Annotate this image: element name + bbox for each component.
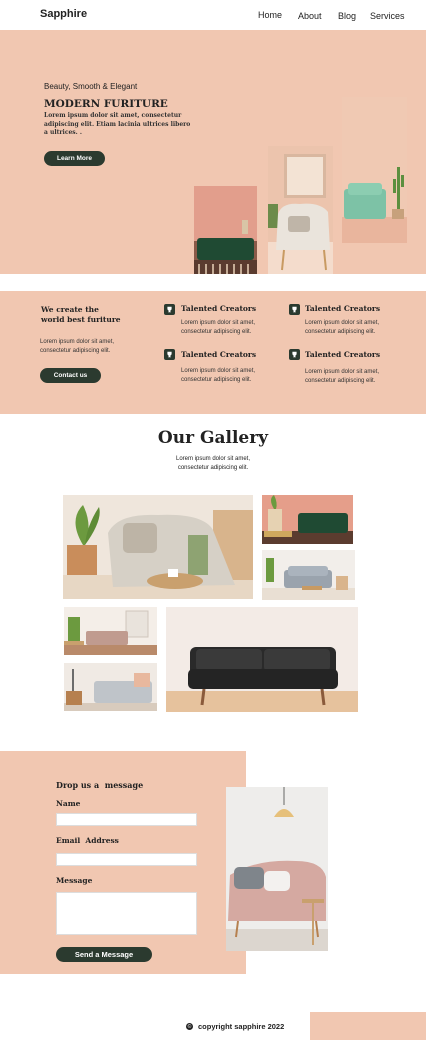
footer-accent <box>310 1012 426 1040</box>
message-label: Message <box>56 876 93 885</box>
feature-text-1b: consectetur adipiscing elit. <box>181 329 252 335</box>
email-label: Email Address <box>56 836 119 845</box>
send-message-button[interactable]: Send a Message <box>56 947 152 962</box>
gallery-title: Our Gallery <box>157 428 269 448</box>
name-field[interactable] <box>56 813 197 826</box>
features-text: Lorem ipsum dolor sit amet, consectetur … <box>40 339 115 354</box>
gallery-image-armchair <box>63 495 253 599</box>
hero-body: Lorem ipsum dolor sit amet, consectetur … <box>44 112 191 136</box>
gallery-image-living-room <box>64 607 157 655</box>
trophy-icon <box>289 349 300 360</box>
top-nav: Sapphire Home About Blog Services <box>0 0 426 30</box>
hero-tagline: Beauty, Smooth & Elegant <box>44 82 138 91</box>
copyright-icon: © <box>186 1023 193 1030</box>
gallery-text-1: Lorem ipsum dolor sit amet, <box>175 456 251 462</box>
feature-text-4b: consectetur adipiscing elit. <box>305 378 376 384</box>
features-section: We create the world best furiture Lorem … <box>0 291 426 414</box>
hero-title: MODERN FURITURE <box>44 98 168 110</box>
email-field[interactable] <box>56 853 197 866</box>
message-field[interactable] <box>56 892 197 935</box>
gallery-image-green-sofa <box>262 495 353 544</box>
hero-section: Beauty, Smooth & Elegant MODERN FURITURE… <box>0 30 426 274</box>
feature-text-3a: Lorem ipsum dolor sit amet, <box>181 368 256 374</box>
contact-heading: Drop us a message <box>56 780 144 790</box>
footer: © copyright sapphire 2022 <box>186 1022 284 1031</box>
contact-us-button[interactable]: Contact us <box>40 368 101 383</box>
trophy-icon <box>289 304 300 315</box>
feature-title-1: Talented Creators <box>181 304 257 313</box>
gallery-image-black-sofa <box>166 607 358 712</box>
nav-about[interactable]: About <box>298 11 322 21</box>
hero-image-armchair <box>268 146 333 274</box>
feature-title-3: Talented Creators <box>181 350 257 359</box>
nav-blog[interactable]: Blog <box>338 11 356 21</box>
gallery-text-2: consectetur adipiscing elit. <box>177 465 249 471</box>
trophy-icon <box>164 304 175 315</box>
feature-title-2: Talented Creators <box>305 304 381 313</box>
hero-image-green-sofa <box>194 186 257 274</box>
trophy-icon <box>164 349 175 360</box>
copyright-text: copyright sapphire 2022 <box>198 1022 285 1031</box>
contact-image-lounge <box>226 787 328 951</box>
features-heading-2: world best furiture <box>41 315 121 324</box>
gallery-image-sofa-corner <box>64 663 157 711</box>
brand-logo[interactable]: Sapphire <box>40 8 87 20</box>
nav-home[interactable]: Home <box>258 10 282 20</box>
features-heading-1: We create the <box>41 305 99 314</box>
feature-text-2a: Lorem ipsum dolor sit amet, <box>305 320 380 326</box>
hero-image-mint-sofa <box>342 97 407 243</box>
feature-text-3b: consectetur adipiscing elit. <box>181 377 252 383</box>
gallery-image-grey-sofa <box>262 550 355 600</box>
nav-services[interactable]: Services <box>370 11 405 21</box>
contact-section: Drop us a message Name Email Address Mes… <box>0 751 246 974</box>
feature-text-2b: consectetur adipiscing elit. <box>305 329 376 335</box>
name-label: Name <box>56 799 81 808</box>
feature-text-1a: Lorem ipsum dolor sit amet, <box>181 320 256 326</box>
feature-title-4: Talented Creators <box>305 350 381 359</box>
feature-text-4a: Lorem ipsum dolor sit amet, <box>305 369 380 375</box>
learn-more-button[interactable]: Learn More <box>44 151 105 166</box>
